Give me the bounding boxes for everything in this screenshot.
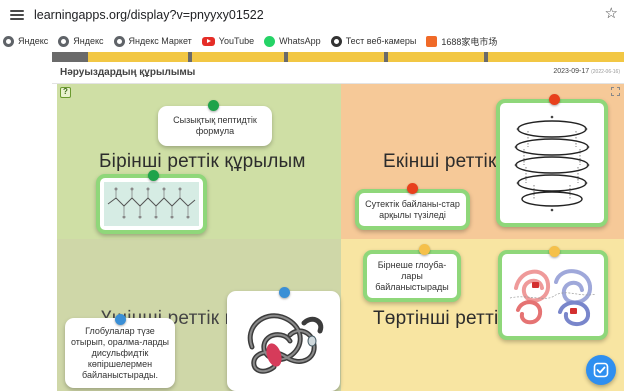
menu-tab[interactable] xyxy=(88,52,188,62)
yandex-globe-icon xyxy=(3,35,14,47)
question-mark-icon[interactable]: ? xyxy=(60,87,71,98)
youtube-icon xyxy=(201,36,215,46)
pin xyxy=(549,94,560,105)
bookmark-webcam-test[interactable]: Тест веб-камеры xyxy=(330,35,416,47)
alpha-helix-image xyxy=(504,107,600,219)
matching-board: Бірінші реттік құрылым Екінші реттік Үші… xyxy=(57,84,624,391)
bookmark-yandex-2[interactable]: Яндекс xyxy=(58,35,104,47)
card-peptide-chain-image[interactable] xyxy=(96,174,207,234)
menu-tab[interactable] xyxy=(288,52,384,62)
card-tertiary-structure-image[interactable] xyxy=(227,291,340,391)
bookmark-whatsapp[interactable]: WhatsApp xyxy=(264,35,321,47)
bookmarks-bar: Яндекс Яндекс Яндекс Маркет YouTube What… xyxy=(0,30,624,52)
tertiary-structure-image xyxy=(233,297,334,385)
pin xyxy=(407,183,418,194)
menu-tab[interactable] xyxy=(488,52,624,62)
webcam-icon xyxy=(330,35,342,47)
whatsapp-icon xyxy=(264,35,276,47)
quadrant-title: Екінші реттік xyxy=(383,151,497,172)
fullscreen-icon[interactable] xyxy=(611,87,620,96)
site-settings-icon[interactable] xyxy=(10,8,24,22)
quadrant-title: Төртінші ретті xyxy=(373,308,499,329)
bookmark-youtube[interactable]: YouTube xyxy=(201,36,254,46)
site-menu-strip xyxy=(52,52,624,62)
bookmark-yandex-market[interactable]: Яндекс Маркет xyxy=(113,35,192,47)
card-disulfide-bridges[interactable]: Глобулалар түзе отырып, оралма-ларды дис… xyxy=(65,318,175,388)
address-bar[interactable]: learningapps.org/display?v=pnyyxy01522 ☆ xyxy=(0,0,624,30)
check-icon xyxy=(593,362,609,378)
bookmark-1688[interactable]: 1688家电市场 xyxy=(426,35,497,48)
menu-tab[interactable] xyxy=(388,52,484,62)
pin xyxy=(549,246,560,257)
url-text[interactable]: learningapps.org/display?v=pnyyxy01522 xyxy=(34,8,264,22)
app-date: 2023-09-17 (2022-06-16) xyxy=(553,68,620,75)
pin xyxy=(208,100,219,111)
check-answers-button[interactable] xyxy=(586,355,616,385)
menu-tab[interactable] xyxy=(192,52,284,62)
card-hydrogen-bonds[interactable]: Сутектік байланы-стар арқылы түзіледі xyxy=(355,189,470,230)
app-header: Нәруыздардың құрылымы 2023-09-17 (2022-0… xyxy=(52,62,624,84)
peptide-chain-image xyxy=(104,182,199,226)
card-alpha-helix-image[interactable] xyxy=(496,99,608,227)
bookmark-star-icon[interactable]: ☆ xyxy=(605,6,618,22)
card-peptide-formula[interactable]: Сызықтық пептидтік формула xyxy=(158,106,272,146)
pin xyxy=(279,287,290,298)
pin xyxy=(419,244,430,255)
yandex-globe-icon xyxy=(113,35,125,47)
quadrant-title: Бірінші реттік құрылым xyxy=(99,151,306,172)
pin xyxy=(115,314,126,325)
quaternary-structure-image xyxy=(506,258,600,332)
yandex-globe-icon xyxy=(58,35,70,47)
pin xyxy=(148,170,159,181)
app-title: Нәруыздардың құрылымы xyxy=(60,67,196,78)
card-quaternary-structure-image[interactable] xyxy=(498,250,608,340)
shop-icon xyxy=(426,35,438,47)
browser-window: learningapps.org/display?v=pnyyxy01522 ☆… xyxy=(0,0,624,391)
card-globules[interactable]: Бірнеше глоуба-лары байланыстырады xyxy=(363,250,461,302)
bookmark-yandex[interactable]: Яндекс xyxy=(3,35,48,47)
